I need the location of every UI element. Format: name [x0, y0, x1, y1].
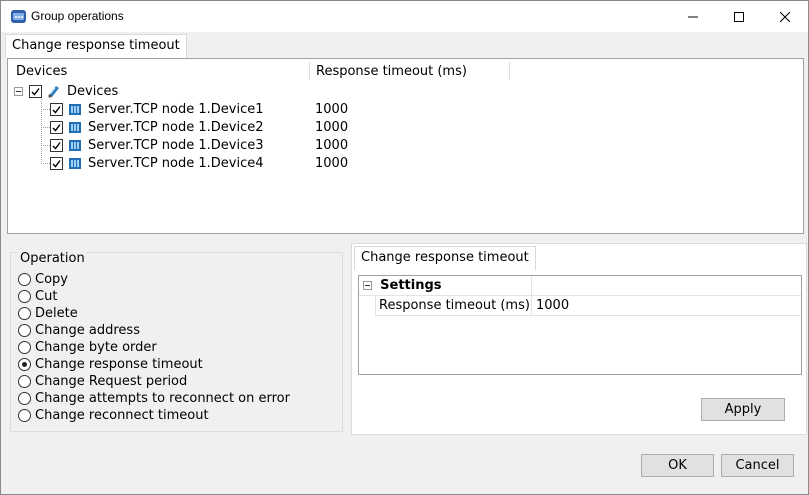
- radio-change-byte-order[interactable]: Change byte order: [18, 339, 157, 356]
- settings-section-value: [532, 276, 801, 296]
- radio-delete[interactable]: Delete: [18, 305, 78, 322]
- checkmark-icon: [52, 105, 61, 114]
- tab-settings-change-response-timeout[interactable]: Change response timeout: [354, 246, 536, 270]
- collapse-icon[interactable]: [14, 86, 23, 96]
- device-icon: [69, 104, 81, 115]
- radio-label: Change Request period: [35, 374, 188, 389]
- radio-label: Cut: [35, 289, 58, 304]
- tree-root-label: Devices: [67, 83, 119, 99]
- apply-button[interactable]: Apply: [701, 398, 785, 421]
- app-icon: [10, 8, 27, 25]
- radio-label: Change attempts to reconnect on error: [35, 391, 290, 406]
- device-label: Server.TCP node 1.Device3: [88, 137, 264, 153]
- property-value-field[interactable]: 1000: [532, 296, 801, 316]
- panel-splitter[interactable]: [1, 235, 808, 241]
- group-operations-dialog: Group operations Change response timeout…: [0, 0, 809, 495]
- tree-connector: [41, 145, 50, 146]
- devices-folder-icon: [48, 86, 59, 98]
- radio-button[interactable]: [18, 409, 31, 422]
- radio-button[interactable]: [18, 341, 31, 354]
- radio-button[interactable]: [18, 375, 31, 388]
- checkmark-icon: [52, 141, 61, 150]
- maximize-button[interactable]: [716, 1, 762, 32]
- column-separator[interactable]: [509, 62, 510, 80]
- radio-copy[interactable]: Copy: [18, 271, 68, 288]
- device-checkbox[interactable]: [50, 102, 63, 116]
- tree-device-row[interactable]: Server.TCP node 1.Device2 1000: [50, 118, 348, 136]
- device-checkbox[interactable]: [50, 120, 63, 134]
- title-bar: Group operations: [1, 1, 808, 32]
- ok-button[interactable]: OK: [641, 454, 714, 477]
- close-button[interactable]: [762, 1, 808, 32]
- property-grid: Settings Response timeout (ms) 1000: [358, 275, 802, 375]
- column-header-timeout[interactable]: Response timeout (ms): [316, 64, 467, 79]
- property-name[interactable]: Response timeout (ms): [375, 296, 532, 316]
- radio-change-request-period[interactable]: Change Request period: [18, 373, 187, 390]
- tab-change-response-timeout[interactable]: Change response timeout: [5, 34, 187, 58]
- radio-cut[interactable]: Cut: [18, 288, 57, 305]
- device-checkbox[interactable]: [50, 138, 63, 152]
- device-timeout-value: 1000: [315, 101, 349, 117]
- radio-change-reconnect-timeout[interactable]: Change reconnect timeout: [18, 407, 209, 424]
- root-checkbox[interactable]: [29, 84, 42, 98]
- radio-button[interactable]: [18, 324, 31, 337]
- radio-button[interactable]: [18, 392, 31, 405]
- radio-label: Change reconnect timeout: [35, 408, 209, 423]
- device-timeout-value: 1000: [315, 137, 349, 153]
- minimize-icon: [688, 16, 698, 17]
- tree-connector: [41, 109, 50, 110]
- tree-device-row[interactable]: Server.TCP node 1.Device1 1000: [50, 100, 348, 118]
- radio-label: Delete: [35, 306, 78, 321]
- device-tree: Devices Response timeout (ms) Devices Se…: [7, 58, 804, 234]
- radio-label: Copy: [35, 272, 68, 287]
- minimize-button[interactable]: [670, 1, 716, 32]
- device-icon: [69, 158, 81, 169]
- device-icon: [69, 140, 81, 151]
- tree-connector: [41, 127, 50, 128]
- tree-device-row[interactable]: Server.TCP node 1.Device3 1000: [50, 136, 348, 154]
- checkmark-icon: [31, 87, 40, 96]
- device-timeout-value: 1000: [315, 155, 349, 171]
- device-label: Server.TCP node 1.Device1: [88, 101, 264, 117]
- cancel-button[interactable]: Cancel: [721, 454, 794, 477]
- window-title: Group operations: [31, 9, 124, 23]
- close-icon: [780, 11, 790, 22]
- checkmark-icon: [52, 123, 61, 132]
- property-gutter: [359, 296, 375, 316]
- device-icon: [69, 122, 81, 133]
- radio-change-response-timeout[interactable]: Change response timeout: [18, 356, 203, 373]
- radio-button[interactable]: [18, 307, 31, 320]
- tree-device-row[interactable]: Server.TCP node 1.Device4 1000: [50, 154, 348, 172]
- device-timeout-value: 1000: [315, 119, 349, 135]
- checkmark-icon: [52, 159, 61, 168]
- radio-label: Change byte order: [35, 340, 157, 355]
- radio-change-attempts-to-reconnect[interactable]: Change attempts to reconnect on error: [18, 390, 290, 407]
- radio-button[interactable]: [18, 290, 31, 303]
- settings-section-row[interactable]: Settings: [359, 276, 532, 296]
- collapse-icon[interactable]: [363, 281, 372, 290]
- operation-group-label: Operation: [18, 251, 87, 266]
- maximize-icon: [734, 11, 744, 22]
- radio-label: Change address: [35, 323, 140, 338]
- device-label: Server.TCP node 1.Device4: [88, 155, 264, 171]
- device-checkbox[interactable]: [50, 156, 63, 170]
- radio-change-address[interactable]: Change address: [18, 322, 140, 339]
- column-header-devices[interactable]: Devices: [16, 64, 67, 79]
- tree-root-row[interactable]: Devices: [14, 82, 118, 100]
- device-label: Server.TCP node 1.Device2: [88, 119, 264, 135]
- radio-label: Change response timeout: [35, 357, 203, 372]
- radio-button[interactable]: [18, 273, 31, 286]
- radio-button-selected[interactable]: [18, 358, 31, 371]
- settings-section-label: Settings: [380, 278, 442, 293]
- column-separator[interactable]: [309, 62, 310, 80]
- tree-connector: [41, 163, 50, 164]
